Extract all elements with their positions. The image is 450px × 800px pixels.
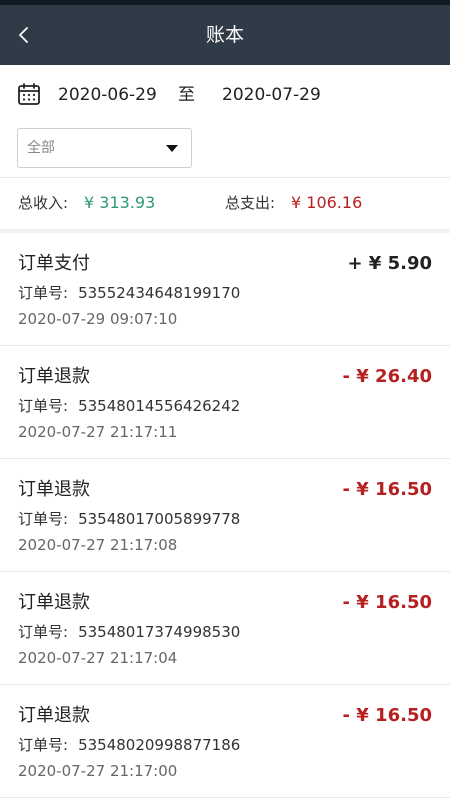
transaction-amount: - ¥ 26.40	[342, 366, 432, 387]
calendar-icon[interactable]	[17, 82, 41, 106]
transaction-amount: + ¥ 5.90	[347, 253, 432, 274]
order-number-label: 订单号:	[18, 397, 69, 415]
order-number-line: 订单号: 53548020998877186	[18, 734, 240, 756]
order-number: 53552434648199170	[78, 284, 241, 302]
transaction-type: 订单退款	[18, 592, 90, 613]
transaction-time: 2020-07-27 21:17:11	[18, 423, 178, 441]
date-separator: 至	[178, 85, 195, 105]
date-range: 2020-06-29 至 2020-07-29	[0, 65, 450, 125]
order-number: 53548020998877186	[78, 736, 241, 754]
order-number: 53548017005899778	[78, 510, 241, 528]
transaction-time: 2020-07-27 21:17:04	[18, 649, 178, 667]
transaction-time: 2020-07-27 21:17:00	[18, 762, 178, 780]
filter-selected-value: 全部	[27, 140, 55, 156]
caret-down-icon	[166, 145, 178, 152]
order-number: 53548014556426242	[78, 397, 241, 415]
transaction-item[interactable]: 订单退款 - ¥ 16.50 订单号: 53548017374998530 202…	[0, 572, 450, 685]
page-title: 账本	[205, 24, 244, 46]
order-number-line: 订单号: 53548014556426242	[18, 395, 240, 417]
transaction-amount: - ¥ 16.50	[342, 705, 432, 726]
transaction-item[interactable]: 订单支付 + ¥ 5.90 订单号: 53552434648199170 2020…	[0, 233, 450, 346]
transaction-time: 2020-07-27 21:17:08	[18, 536, 178, 554]
transaction-type: 订单支付	[18, 253, 90, 274]
transaction-item[interactable]: 订单退款 - ¥ 16.50 订单号: 53548017005899778 202…	[0, 459, 450, 572]
order-number-label: 订单号:	[18, 623, 69, 641]
expense-label: 总支出:	[225, 194, 276, 212]
end-date[interactable]: 2020-07-29	[222, 83, 321, 107]
transaction-list: 订单支付 + ¥ 5.90 订单号: 53552434648199170 2020…	[0, 233, 450, 798]
expense-value: ¥ 106.16	[291, 193, 363, 212]
transaction-type: 订单退款	[18, 366, 90, 387]
order-number-label: 订单号:	[18, 284, 69, 302]
transaction-item[interactable]: 订单退款 - ¥ 26.40 订单号: 53548014556426242 202…	[0, 346, 450, 459]
order-number-line: 订单号: 53552434648199170	[18, 282, 240, 304]
transaction-amount: - ¥ 16.50	[342, 592, 432, 613]
transaction-item[interactable]: 订单退款 - ¥ 16.50 订单号: 53548020998877186 202…	[0, 685, 450, 798]
income-value: ¥ 313.93	[84, 193, 156, 212]
back-button[interactable]	[4, 5, 44, 65]
order-number: 53548017374998530	[78, 623, 241, 641]
transaction-amount: - ¥ 16.50	[342, 479, 432, 500]
transaction-time: 2020-07-29 09:07:10	[18, 310, 178, 328]
transaction-type: 订单退款	[18, 479, 90, 500]
chevron-left-icon	[19, 27, 28, 43]
order-number-label: 订单号:	[18, 510, 69, 528]
summary-bar: 总收入: ¥ 313.93 总支出: ¥ 106.16	[0, 186, 450, 220]
type-filter-select[interactable]: 全部	[17, 128, 192, 168]
divider	[0, 177, 450, 178]
order-number-label: 订单号:	[18, 736, 69, 754]
order-number-line: 订单号: 53548017374998530	[18, 621, 240, 643]
transaction-type: 订单退款	[18, 705, 90, 726]
nav-bar: 账本	[0, 5, 450, 65]
start-date[interactable]: 2020-06-29	[58, 83, 157, 107]
order-number-line: 订单号: 53548017005899778	[18, 508, 240, 530]
income-label: 总收入:	[18, 194, 69, 212]
